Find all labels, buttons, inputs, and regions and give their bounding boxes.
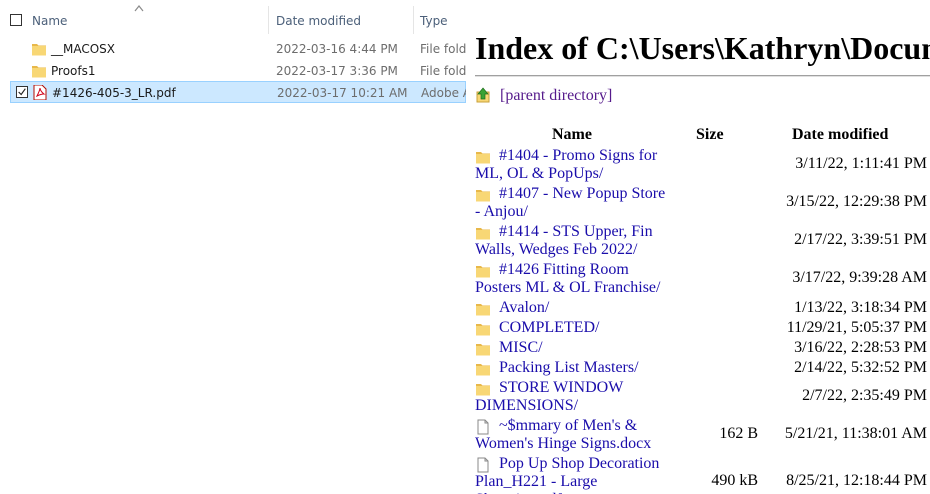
column-divider[interactable] [268,6,269,34]
entry-link[interactable]: Pop Up Shop Decoration Plan_H221 - Large… [475,455,671,494]
row-checkbox-checked[interactable] [16,86,28,98]
entry-date: 1/13/22, 3:18:34 PM [794,299,927,316]
file-row-proofs1[interactable]: Proofs1 2022-03-17 3:36 PM File folder [10,60,466,81]
entry-date: 2/17/22, 3:39:51 PM [794,231,927,248]
directory-entry: ~$mmary of Men's & Women's Hinge Signs.d… [475,417,930,455]
page-title: Index of C:\Users\Kathryn\Documents\ [475,30,930,66]
file-explorer-pane: Name Date modified Type __MACOSX 2022-03… [0,0,466,494]
file-date: 2022-03-16 4:44 PM [276,42,398,56]
file-type: File folder [420,42,466,56]
entry-date: 2/7/22, 2:35:49 PM [802,387,927,404]
file-name: #1426-405-3_LR.pdf [52,86,176,100]
entry-link[interactable]: #1414 - STS Upper, Fin Walls, Wedges Feb… [475,223,671,259]
column-header-date-modified[interactable]: Date modified [792,126,888,144]
file-name: __MACOSX [51,42,116,56]
file-type: File folder [420,64,466,78]
entry-date: 3/11/22, 1:11:41 PM [795,155,927,172]
directory-listing-page: Index of C:\Users\Kathryn\Documents\ [pa… [466,0,930,494]
directory-entry: #1414 - STS Upper, Fin Walls, Wedges Feb… [475,223,930,261]
pdf-icon [33,85,47,100]
entry-date: 8/25/21, 12:18:44 PM [786,472,927,489]
directory-entry: #1407 - New Popup Store - Anjou/ 3/15/22… [475,185,930,223]
entry-date: 3/15/22, 12:29:38 PM [786,193,927,210]
column-header-name[interactable]: Name [552,126,592,144]
entry-date: 11/29/21, 5:05:37 PM [786,319,927,336]
entry-link[interactable]: #1404 - Promo Signs for ML, OL & PopUps/ [475,147,671,183]
column-header-row: Name Date modified Type [0,0,466,40]
entry-date: 3/16/22, 2:28:53 PM [794,339,927,356]
entry-link[interactable]: Packing List Masters/ [475,359,671,377]
folder-icon [32,44,46,56]
column-divider[interactable] [413,6,414,34]
entry-link[interactable]: MISC/ [475,339,671,357]
entry-link[interactable]: #1407 - New Popup Store - Anjou/ [475,185,671,221]
column-header-type[interactable]: Type [420,14,448,28]
entry-size: 490 kB [711,472,758,489]
entry-size: 162 B [719,425,758,442]
column-header-name[interactable]: Name [32,14,67,28]
entry-date: 2/14/22, 5:32:52 PM [794,359,927,376]
directory-entry: COMPLETED/ 11/29/21, 5:05:37 PM [475,319,930,339]
entry-link[interactable]: COMPLETED/ [475,319,671,337]
entry-link[interactable]: #1426 Fitting Room Posters ML & OL Franc… [475,261,671,297]
header-divider [475,75,930,77]
entry-date: 3/17/22, 9:39:28 AM [792,269,927,286]
directory-entry: Pop Up Shop Decoration Plan_H221 - Large… [475,455,930,494]
file-row-macosx[interactable]: __MACOSX 2022-03-16 4:44 PM File folder [10,38,466,59]
file-type: Adobe Acrobat Document [421,86,466,100]
select-all-checkbox[interactable] [10,14,22,26]
entry-link[interactable]: Avalon/ [475,299,671,317]
directory-entry: STORE WINDOW DIMENSIONS/ 2/7/22, 2:35:49… [475,379,930,417]
entry-link[interactable]: ~$mmary of Men's & Women's Hinge Signs.d… [475,417,671,453]
file-name: Proofs1 [51,64,96,78]
parent-directory-link[interactable]: [parent directory] [500,87,612,105]
entry-link[interactable]: STORE WINDOW DIMENSIONS/ [475,379,671,415]
directory-entry: #1404 - Promo Signs for ML, OL & PopUps/… [475,147,930,185]
check-icon [18,88,26,96]
directory-entry: Packing List Masters/ 2/14/22, 5:32:52 P… [475,359,930,379]
folder-icon [32,66,46,78]
column-header-date-modified[interactable]: Date modified [276,14,361,28]
sort-ascending-icon[interactable] [134,4,144,12]
directory-entry: Avalon/ 1/13/22, 3:18:34 PM [475,299,930,319]
file-row-pdf-selected[interactable]: #1426-405-3_LR.pdf 2022-03-17 10:21 AM A… [10,81,466,103]
column-header-size[interactable]: Size [696,126,724,144]
entry-date: 5/21/21, 11:38:01 AM [784,425,927,442]
directory-entry: MISC/ 3/16/22, 2:28:53 PM [475,339,930,359]
file-date: 2022-03-17 3:36 PM [276,64,398,78]
directory-entry: #1426 Fitting Room Posters ML & OL Franc… [475,261,930,299]
up-arrow-icon [476,87,490,103]
file-date: 2022-03-17 10:21 AM [277,86,408,100]
